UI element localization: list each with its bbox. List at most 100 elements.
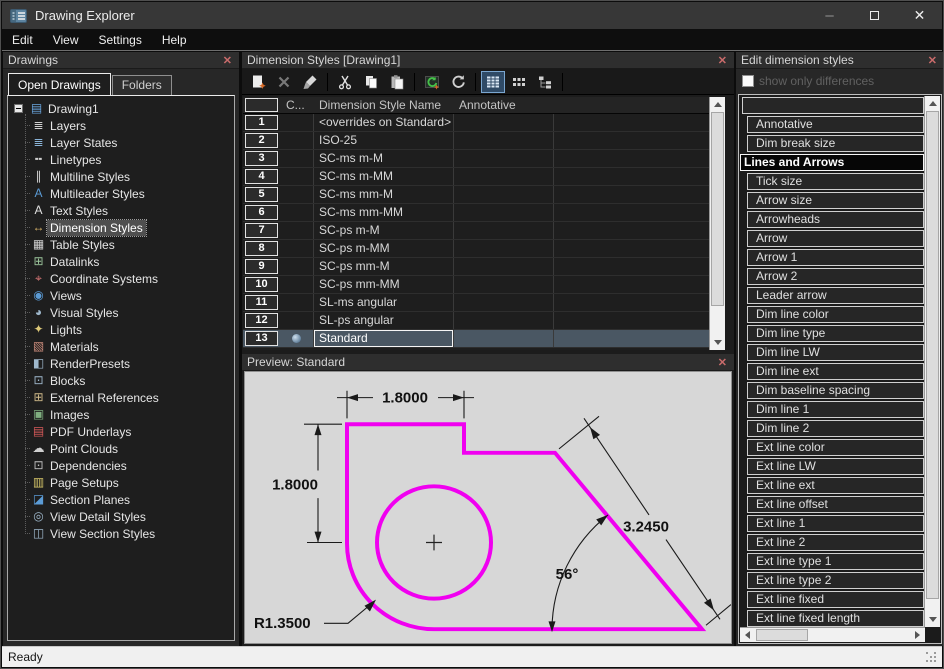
collapse-icon[interactable] [14, 104, 23, 113]
copy-button[interactable] [359, 71, 383, 93]
close-button[interactable]: ✕ [897, 2, 942, 29]
column-header-name[interactable]: Dimension Style Name [313, 97, 453, 113]
minimize-button[interactable]: – [807, 2, 852, 29]
refresh-button[interactable] [446, 71, 470, 93]
close-edit-panel-icon[interactable]: ✕ [926, 54, 939, 67]
tree-item-pdf-underlays[interactable]: ▤PDF Underlays [30, 423, 232, 440]
edit-item-arrow-1[interactable]: Arrow 1 [747, 249, 924, 266]
table-row-sc-ps-mm-m[interactable]: 9SC-ps mm-M [243, 258, 709, 276]
tree-item-text-styles[interactable]: AText Styles [30, 202, 232, 219]
edit-item-ext-line-type-1[interactable]: Ext line type 1 [747, 553, 924, 570]
table-row-sc-ps-m-m[interactable]: 7SC-ps m-M [243, 222, 709, 240]
edit-item-ext-line-type-2[interactable]: Ext line type 2 [747, 572, 924, 589]
edit-item-ext-line-fixed-length[interactable]: Ext line fixed length [747, 610, 924, 627]
edit-item-arrow-size[interactable]: Arrow size [747, 192, 924, 209]
scroll-up-icon[interactable] [710, 97, 725, 112]
tree-item-layers[interactable]: ≣Layers [30, 117, 232, 134]
tree-item-point-clouds[interactable]: ☁Point Clouds [30, 440, 232, 457]
cut-button[interactable] [333, 71, 357, 93]
edit-item-arrow[interactable]: Arrow [747, 230, 924, 247]
tree-item-page-setups[interactable]: ▥Page Setups [30, 474, 232, 491]
tree-item-drawing1[interactable]: ▤ Drawing1 [14, 100, 232, 117]
table-row-sl-ps-angular[interactable]: 12SL-ps angular [243, 312, 709, 330]
scroll-thumb[interactable] [711, 112, 724, 306]
tree-item-section-planes[interactable]: ◪Section Planes [30, 491, 232, 508]
menu-view[interactable]: View [43, 29, 89, 50]
tree-item-view-detail-styles[interactable]: ◎View Detail Styles [30, 508, 232, 525]
table-row-sc-ms-m-m[interactable]: 3SC-ms m-M [243, 150, 709, 168]
delete-style-button[interactable] [272, 71, 296, 93]
tree-item-dimension-styles[interactable]: ↔Dimension Styles [30, 219, 232, 236]
tree-item-visual-styles[interactable]: ◕Visual Styles [30, 304, 232, 321]
edit-item-dim-line-1[interactable]: Dim line 1 [747, 401, 924, 418]
tree-item-images[interactable]: ▣Images [30, 406, 232, 423]
horizontal-scrollbar[interactable] [740, 627, 925, 642]
tree-item-blocks[interactable]: ⊡Blocks [30, 372, 232, 389]
vertical-scrollbar[interactable] [924, 96, 940, 627]
edit-item-annotative[interactable]: Annotative [747, 116, 924, 133]
details-view-button[interactable] [481, 71, 505, 93]
tree-item-materials[interactable]: ▧Materials [30, 338, 232, 355]
column-header-annotative[interactable]: Annotative [453, 97, 553, 113]
scroll-down-icon[interactable] [710, 335, 725, 350]
tree-item-layer-states[interactable]: ≣Layer States [30, 134, 232, 151]
table-row-sc-ms-m-mm[interactable]: 4SC-ms m-MM [243, 168, 709, 186]
tree-item-multiline-styles[interactable]: ∥Multiline Styles [30, 168, 232, 185]
tree-item-renderpresets[interactable]: ◧RenderPresets [30, 355, 232, 372]
tree-item-datalinks[interactable]: ⊞Datalinks [30, 253, 232, 270]
edit-item-ext-line-ext[interactable]: Ext line ext [747, 477, 924, 494]
edit-item-tick-size[interactable]: Tick size [747, 173, 924, 190]
table-row-sc-ps-m-mm[interactable]: 8SC-ps m-MM [243, 240, 709, 258]
scroll-left-icon[interactable] [740, 628, 755, 642]
paste-button[interactable] [385, 71, 409, 93]
table-row-sl-ms-angular[interactable]: 11SL-ms angular [243, 294, 709, 312]
edit-item-ext-line-fixed[interactable]: Ext line fixed [747, 591, 924, 608]
table-row-standard[interactable]: 13Standard [243, 330, 709, 348]
close-drawings-panel-icon[interactable]: ✕ [221, 54, 234, 67]
edit-item-dim-break-size[interactable]: Dim break size [747, 135, 924, 152]
menu-edit[interactable]: Edit [2, 29, 43, 50]
close-dimension-styles-panel-icon[interactable]: ✕ [716, 54, 729, 67]
icons-view-button[interactable] [507, 71, 531, 93]
tab-open-drawings[interactable]: Open Drawings [8, 73, 111, 95]
tree-item-table-styles[interactable]: ▦Table Styles [30, 236, 232, 253]
scroll-thumb[interactable] [756, 629, 808, 641]
tree-item-view-section-styles[interactable]: ◫View Section Styles [30, 525, 232, 542]
edit-item-arrowheads[interactable]: Arrowheads [747, 211, 924, 228]
menu-help[interactable]: Help [152, 29, 197, 50]
table-row-sc-ms-mm-mm[interactable]: 6SC-ms mm-MM [243, 204, 709, 222]
tree-item-linetypes[interactable]: ╍Linetypes [30, 151, 232, 168]
tree-item-views[interactable]: ◉Views [30, 287, 232, 304]
edit-item-dim-baseline-spacing[interactable]: Dim baseline spacing [747, 382, 924, 399]
new-style-button[interactable] [246, 71, 270, 93]
scroll-up-icon[interactable] [925, 96, 940, 111]
show-only-differences-checkbox[interactable] [742, 75, 754, 87]
tree-item-external-references[interactable]: ⊞External References [30, 389, 232, 406]
edit-item-ext-line-lw[interactable]: Ext line LW [747, 458, 924, 475]
edit-item-dim-line-ext[interactable]: Dim line ext [747, 363, 924, 380]
tree-item-coordinate-systems[interactable]: ⌖Coordinate Systems [30, 270, 232, 287]
vertical-scrollbar[interactable] [709, 97, 725, 350]
tab-folders[interactable]: Folders [112, 75, 172, 95]
scroll-down-icon[interactable] [925, 612, 940, 627]
edit-item-dim-line-color[interactable]: Dim line color [747, 306, 924, 323]
menu-settings[interactable]: Settings [88, 29, 151, 50]
table-row-sc-ps-mm-mm[interactable]: 10SC-ps mm-MM [243, 276, 709, 294]
edit-item-ext-line-2[interactable]: Ext line 2 [747, 534, 924, 551]
tree-item-multileader-styles[interactable]: AMultileader Styles [30, 185, 232, 202]
edit-item-leader-arrow[interactable]: Leader arrow [747, 287, 924, 304]
table-row-overrides-on-standard[interactable]: 1<overrides on Standard> [243, 114, 709, 132]
edit-category-lines-and-arrows[interactable]: Lines and Arrows [740, 154, 924, 171]
purge-button[interactable] [298, 71, 322, 93]
regen-preview-button[interactable] [420, 71, 444, 93]
edit-item-dim-line-type[interactable]: Dim line type [747, 325, 924, 342]
scroll-right-icon[interactable] [910, 628, 925, 642]
tree-item-lights[interactable]: ✦Lights [30, 321, 232, 338]
edit-item-dim-line-2[interactable]: Dim line 2 [747, 420, 924, 437]
tree-view-button[interactable] [533, 71, 557, 93]
table-row-sc-ms-mm-m[interactable]: 5SC-ms mm-M [243, 186, 709, 204]
edit-item-blank[interactable] [742, 97, 924, 114]
maximize-button[interactable] [852, 2, 897, 29]
edit-item-ext-line-color[interactable]: Ext line color [747, 439, 924, 456]
edit-item-arrow-2[interactable]: Arrow 2 [747, 268, 924, 285]
